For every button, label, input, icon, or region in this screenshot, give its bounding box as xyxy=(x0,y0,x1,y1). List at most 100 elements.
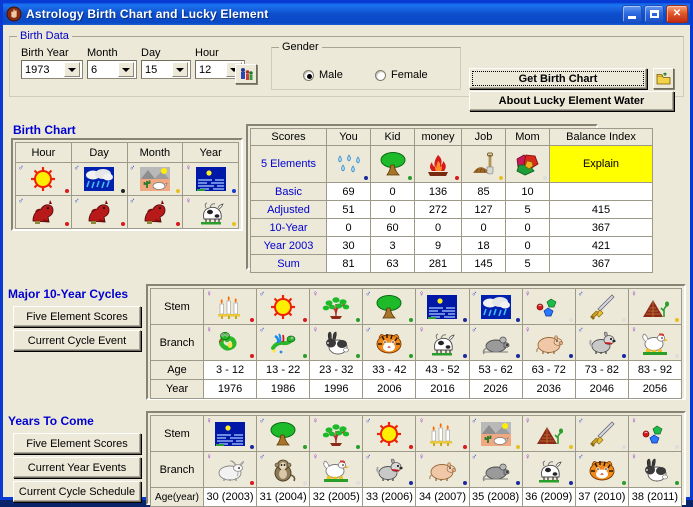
cow-icon: ♀ xyxy=(184,197,238,228)
day-select[interactable]: 15 xyxy=(141,60,191,79)
rain-cloud-icon: ♂ xyxy=(470,290,521,324)
scores-value-cell: 51 xyxy=(326,200,371,219)
sea-night-icon: ♀ xyxy=(184,164,238,195)
scores-row-label: Year 2003 xyxy=(250,236,327,255)
scores-column-header: You xyxy=(326,128,371,146)
client-area: Birth Data Birth Year 1973 Month 6 Day 1… xyxy=(3,25,690,507)
major-branch-cell: ♀ xyxy=(521,324,576,361)
chevron-down-icon[interactable] xyxy=(64,62,80,77)
stem-marker-icon: ♀ xyxy=(630,452,637,461)
major-stem-cell: ♀ xyxy=(415,288,470,325)
element-dot-icon xyxy=(250,481,255,485)
cow-icon: ♀ xyxy=(417,326,468,360)
gender-female-radio[interactable]: Female xyxy=(375,69,428,81)
years-to-come-heading: Years To Come xyxy=(8,414,94,428)
element-dot-icon xyxy=(120,189,125,193)
minimize-button[interactable] xyxy=(622,5,642,23)
birth-chart-table: Hour Day Month Year ♂ ♂ ♂ ♀ ♂ ♂ ♂ ♀ xyxy=(15,142,239,229)
scores-value-cell: 85 xyxy=(461,182,506,201)
years-stem-cell: ♀ xyxy=(202,415,258,452)
radio-dot-icon xyxy=(303,69,314,81)
scores-value-cell: 69 xyxy=(326,182,371,201)
maximize-button[interactable] xyxy=(644,5,664,23)
sword-icon: ♂ xyxy=(576,290,627,324)
chevron-down-icon[interactable] xyxy=(118,62,134,77)
chevron-down-icon[interactable] xyxy=(172,62,188,77)
major-stem-cell: ♀ xyxy=(202,288,258,325)
major-year-cell: 2056 xyxy=(627,379,683,399)
element-dot-icon xyxy=(356,318,361,322)
element-dot-icon xyxy=(409,354,414,358)
candles-icon: ♀ xyxy=(205,290,256,324)
scores-value-cell: 60 xyxy=(370,218,415,237)
element-dot-icon xyxy=(462,445,467,449)
gender-male-radio[interactable]: Male xyxy=(303,69,343,81)
scores-value-cell: 0 xyxy=(370,200,415,219)
years-age-cell: 36 (2009) xyxy=(521,487,576,507)
stem-marker-icon: ♂ xyxy=(577,416,584,425)
birth-year-label: Birth Year xyxy=(21,47,69,59)
close-button[interactable]: ✕ xyxy=(666,5,688,23)
element-dot-icon xyxy=(675,318,679,322)
years-stem-cell: ♂ xyxy=(256,415,311,452)
years-current-year-events-button[interactable]: Current Year Events xyxy=(13,457,141,478)
major-stem-cell: ♀ xyxy=(627,288,683,325)
major-year-cell: 1996 xyxy=(309,379,364,399)
years-stem-cell: ♂ xyxy=(574,415,629,452)
major-current-cycle-event-button[interactable]: Current Cycle Event xyxy=(13,330,141,351)
get-birth-chart-button[interactable]: Get Birth Chart xyxy=(469,68,647,89)
scores-value-cell: 145 xyxy=(461,254,506,273)
element-dot-icon xyxy=(303,445,308,449)
major-age-cell: 33 - 42 xyxy=(362,360,417,380)
tree-icon: ♂ xyxy=(364,290,415,324)
monkey-icon: ♂ xyxy=(258,453,309,487)
years-stem-cell: ♂ xyxy=(362,415,417,452)
major-age-cell: 3 - 12 xyxy=(202,360,258,380)
major-five-element-scores-button[interactable]: Five Element Scores xyxy=(13,306,141,327)
candles-icon: ♀ xyxy=(417,417,468,451)
element-dot-icon xyxy=(303,354,308,358)
element-dot-icon xyxy=(250,354,255,358)
years-row-label: Age(year) xyxy=(150,487,204,507)
scores-row-label: 10-Year xyxy=(250,218,327,237)
stem-marker-icon: ♂ xyxy=(18,163,24,172)
years-age-cell: 34 (2007) xyxy=(415,487,470,507)
day-value: 15 xyxy=(145,63,158,76)
metal-gems-icon: ♀ xyxy=(523,290,574,324)
scores-row-label: Sum xyxy=(250,254,327,273)
open-folder-icon-button[interactable] xyxy=(653,68,674,89)
stem-marker-icon: ♀ xyxy=(524,452,531,461)
stem-marker-icon: ♂ xyxy=(365,416,372,425)
years-five-element-scores-button[interactable]: Five Element Scores xyxy=(13,433,141,454)
title-bar: Astrology Birth Chart and Lucky Element … xyxy=(3,3,690,25)
major-year-cell: 2026 xyxy=(468,379,523,399)
element-dot-icon xyxy=(515,354,520,358)
people-icon-button[interactable] xyxy=(235,64,257,84)
dragon-icon: ♂ xyxy=(258,326,309,360)
years-branch-cell: ♂ xyxy=(468,451,523,488)
element-dot-icon xyxy=(303,481,308,485)
birth-chart-branch-cell: ♂ xyxy=(126,195,184,229)
stem-marker-icon: ♀ xyxy=(524,325,531,334)
birth-year-select[interactable]: 1973 xyxy=(21,60,83,79)
month-select[interactable]: 6 xyxy=(87,60,137,79)
scores-value-cell: 5 xyxy=(505,254,550,273)
scores-value-cell: 5 xyxy=(505,200,550,219)
goat-icon: ♀ xyxy=(205,453,256,487)
sun-icon: ♂ xyxy=(364,416,415,451)
major-age-cell: 73 - 82 xyxy=(574,360,629,380)
element-dot-icon xyxy=(356,354,361,358)
horse-icon: ♂ xyxy=(128,197,182,228)
tree-icon xyxy=(372,147,414,182)
about-lucky-element-water-button[interactable]: About Lucky Element Water xyxy=(469,91,674,111)
major-year-cell: 1986 xyxy=(256,379,311,399)
plant-icon: ♀ xyxy=(311,290,362,324)
explain-button[interactable]: Explain xyxy=(549,145,653,183)
major-year-cell: 2046 xyxy=(574,379,629,399)
years-current-cycle-schedule-button[interactable]: Current Cycle Schedule xyxy=(13,481,141,502)
rain-cloud-icon: ♂ xyxy=(72,164,126,195)
tree-icon: ♂ xyxy=(258,417,309,451)
scores-value-cell: 81 xyxy=(326,254,371,273)
element-dot-icon xyxy=(356,445,361,449)
birth-chart-heading: Birth Chart xyxy=(13,123,76,137)
